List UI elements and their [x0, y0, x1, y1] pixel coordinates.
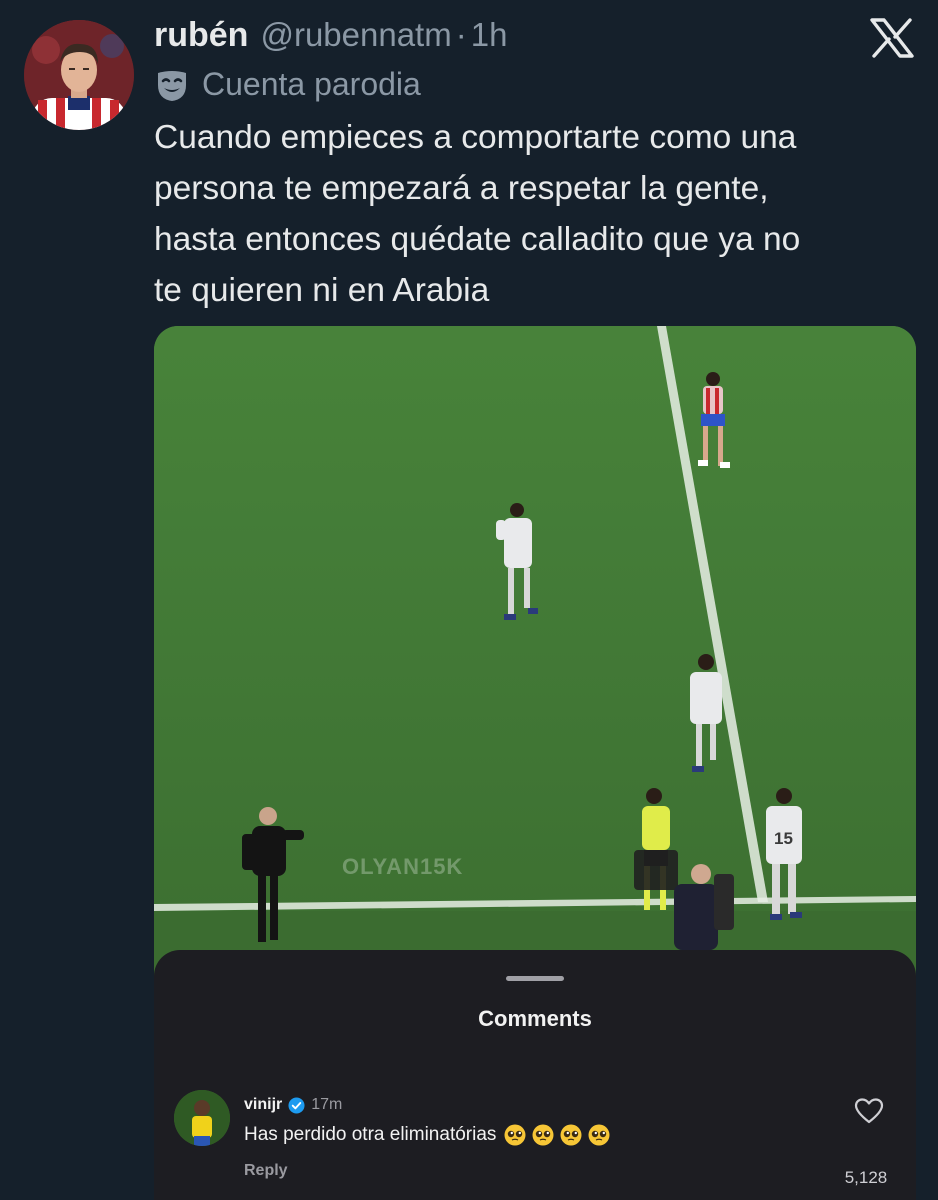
- comment-text: Has perdido otra eliminatórias: [244, 1124, 497, 1145]
- parody-label: Cuenta parodia: [202, 66, 421, 102]
- tweet-text-line: te quieren ni en Arabia: [154, 272, 490, 309]
- author-handle[interactable]: @rubennatm: [260, 16, 451, 54]
- pleading-face-icon: [504, 1124, 526, 1146]
- author-name[interactable]: rubén: [154, 16, 248, 55]
- comment-time: 17m: [311, 1096, 343, 1113]
- pleading-face-icon: [560, 1124, 582, 1146]
- commenter-avatar[interactable]: [174, 1090, 230, 1146]
- svg-text:15: 15: [774, 829, 793, 848]
- comments-title: Comments: [478, 1006, 592, 1031]
- pleading-face-icon: [588, 1124, 610, 1146]
- heart-icon[interactable]: [854, 1097, 884, 1125]
- verified-icon: [288, 1096, 305, 1114]
- tweet-text: Cuando empieces a comportarte como una p…: [154, 112, 914, 316]
- comment-header: vinijr 17m: [244, 1096, 342, 1114]
- comment-emojis: [504, 1124, 610, 1146]
- sheet-drag-handle[interactable]: [506, 976, 564, 981]
- tweet-time[interactable]: 1h: [471, 16, 508, 54]
- mask-icon: [158, 70, 186, 101]
- author-avatar[interactable]: [24, 20, 134, 130]
- commenter-avatar-image: [174, 1090, 230, 1146]
- x-logo-icon: [870, 18, 914, 58]
- header-separator: ·: [455, 16, 467, 53]
- tweet-text-line: persona te empezará a respetar la gente,: [154, 170, 769, 207]
- comment-text-row: Has perdido otra eliminatórias: [244, 1124, 610, 1146]
- video-watermark: OLYAN15K: [342, 854, 464, 879]
- comments-sheet: Comments vinijr 17m Has perdido otra eli…: [154, 950, 916, 1200]
- tweet-text-line: Cuando empieces a comportarte como una: [154, 119, 797, 156]
- tweet-text-line: hasta entonces quédate calladito que ya …: [154, 221, 801, 258]
- parody-badge: Cuenta parodia: [154, 66, 421, 103]
- like-count: 5,128: [844, 1168, 888, 1187]
- tweet-media[interactable]: 15 OLYAN15K Comments vinijr 17m Has perd…: [154, 326, 916, 1200]
- commenter-username[interactable]: vinijr: [244, 1096, 282, 1114]
- reply-button[interactable]: Reply: [244, 1162, 288, 1180]
- author-avatar-image: [24, 20, 134, 130]
- pleading-face-icon: [532, 1124, 554, 1146]
- football-pitch-image: 15: [154, 326, 916, 1026]
- tweet-header: rubén @rubennatm · 1h: [154, 16, 507, 60]
